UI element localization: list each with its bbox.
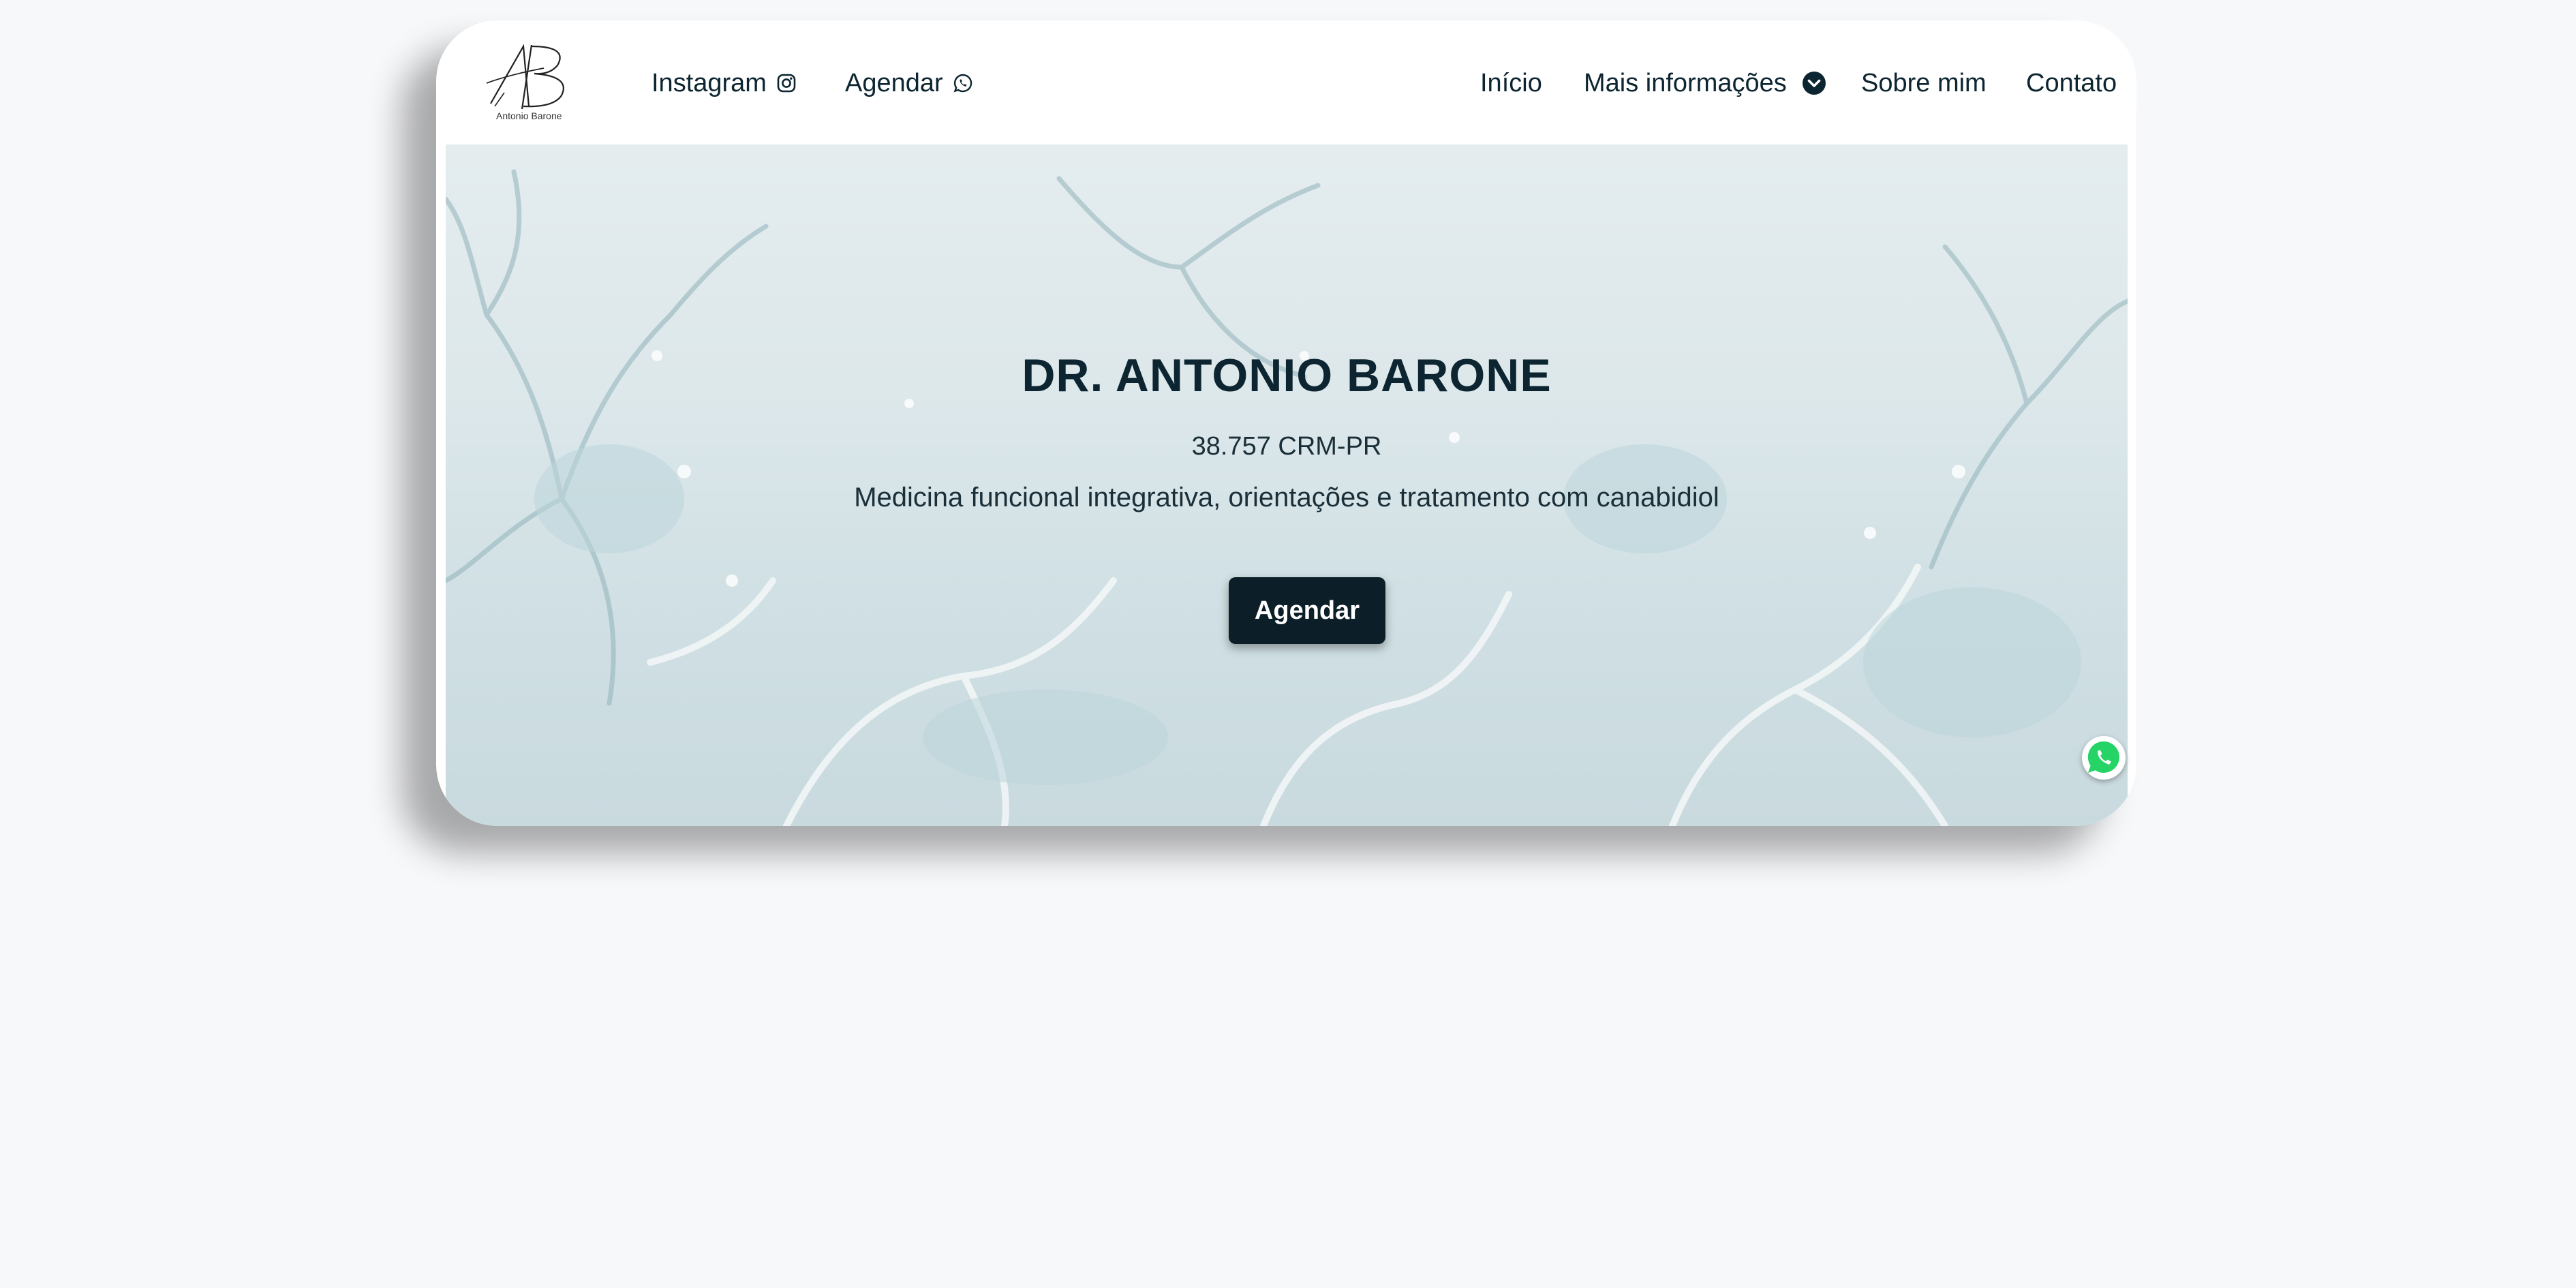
nav-instagram-link[interactable]: Instagram: [651, 63, 797, 104]
nav-inicio-link[interactable]: Início: [1480, 63, 1542, 104]
whatsapp-floating-button[interactable]: [2082, 736, 2126, 780]
logo-monogram-icon: Antonio Barone: [486, 44, 564, 121]
nav-agendar-link[interactable]: Agendar: [845, 63, 973, 104]
nav-contato-link[interactable]: Contato: [2026, 63, 2117, 104]
instagram-icon: [776, 73, 797, 93]
whatsapp-icon: [2087, 741, 2119, 773]
doctor-name-heading: DR. ANTONIO BARONE: [1022, 350, 1552, 401]
site-card: Antonio Barone Instagram Agendar Início …: [436, 20, 2136, 826]
specialty-description-text: Medicina funcional integrativa, orientaç…: [854, 482, 1719, 512]
hero-section: DR. ANTONIO BARONE 38.757 CRM-PR Medicin…: [446, 144, 2128, 826]
whatsapp-icon: [953, 73, 973, 93]
nav-sobre-mim-link[interactable]: Sobre mim: [1861, 63, 1987, 104]
nav-mais-informacoes-dropdown[interactable]: Mais informações: [1584, 63, 1826, 104]
logo-caption: Antonio Barone: [496, 110, 562, 121]
chevron-down-circle-icon: [1802, 71, 1826, 95]
nav-contato-label: Contato: [2026, 68, 2117, 97]
nav-mais-informacoes-label: Mais informações: [1584, 68, 1787, 97]
agendar-cta-button[interactable]: Agendar: [1229, 577, 1385, 644]
top-navbar: Antonio Barone Instagram Agendar Início …: [436, 20, 2136, 144]
nav-instagram-label: Instagram: [651, 68, 767, 97]
brand-logo[interactable]: Antonio Barone: [481, 41, 590, 123]
nav-sobre-mim-label: Sobre mim: [1861, 68, 1987, 97]
nav-agendar-label: Agendar: [845, 68, 943, 97]
nav-inicio-label: Início: [1480, 68, 1542, 97]
crm-registration-text: 38.757 CRM-PR: [1191, 432, 1382, 461]
